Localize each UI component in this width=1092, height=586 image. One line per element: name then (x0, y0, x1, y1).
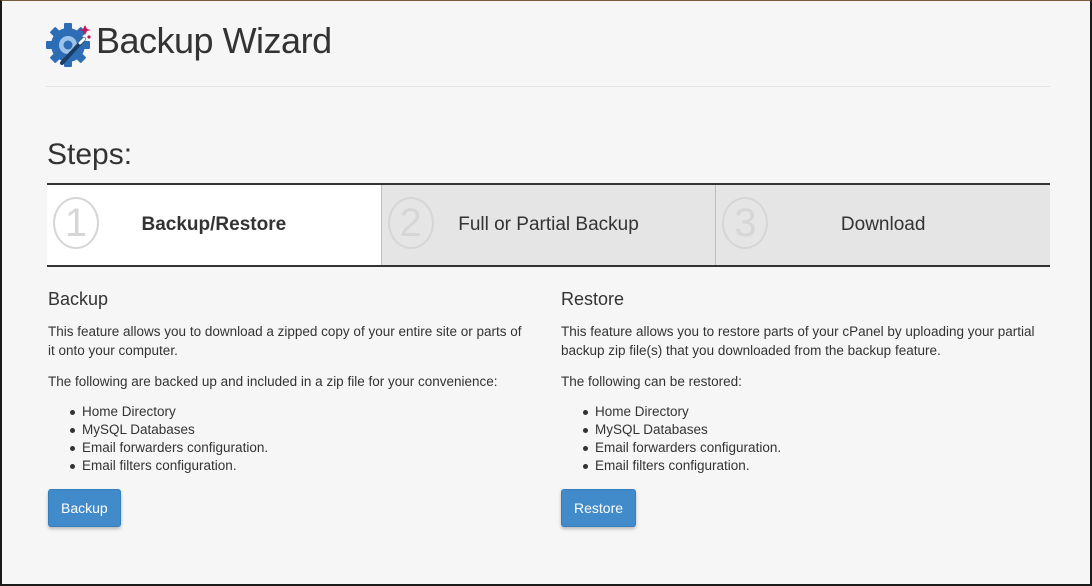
list-item: Email forwarders configuration. (70, 439, 528, 457)
backup-button[interactable]: Backup (48, 489, 121, 527)
list-item: Email filters configuration. (583, 457, 1041, 475)
restore-items-list: Home Directory MySQL Databases Email for… (583, 403, 1041, 475)
list-item: MySQL Databases (70, 421, 528, 439)
step-number-2: 2 (387, 197, 434, 249)
page-title: Backup Wizard (96, 20, 332, 61)
backup-heading: Backup (48, 289, 109, 309)
step-number-1: 1 (53, 197, 99, 249)
step-label: Backup/Restore (141, 214, 287, 235)
step-download[interactable]: 3 Download (715, 185, 1051, 265)
list-item: Email filters configuration. (70, 457, 528, 475)
step-label: Full or Partial Backup (458, 214, 639, 235)
steps-heading: Steps: (47, 138, 133, 171)
list-item: Home Directory (70, 403, 528, 421)
gear-wand-icon (46, 23, 91, 67)
restore-list-intro: The following can be restored: (561, 374, 742, 389)
backup-section: Backup This feature allows you to downlo… (48, 289, 528, 527)
wizard-stepper: 1 Backup/Restore 2 Full or Partial Backu… (47, 183, 1051, 267)
step-backup-restore[interactable]: 1 Backup/Restore (47, 185, 381, 265)
restore-button[interactable]: Restore (561, 489, 637, 527)
restore-description: This feature allows you to restore parts… (561, 324, 1035, 358)
page-header: Backup Wizard (46, 19, 1050, 87)
step-label: Download (840, 214, 926, 235)
restore-section: Restore This feature allows you to resto… (561, 289, 1041, 527)
backup-items-list: Home Directory MySQL Databases Email for… (70, 403, 528, 475)
backup-list-intro: The following are backed up and included… (48, 374, 498, 389)
backup-description: This feature allows you to download a zi… (48, 324, 522, 358)
list-item: MySQL Databases (583, 421, 1041, 439)
restore-heading: Restore (561, 289, 625, 309)
list-item: Email forwarders configuration. (583, 439, 1041, 457)
list-item: Home Directory (583, 403, 1041, 421)
step-number-3: 3 (722, 197, 769, 249)
page-frame: Backup Wizard Steps: 1 Backup/Restore 2 … (0, 0, 1092, 586)
step-full-or-partial-backup[interactable]: 2 Full or Partial Backup (380, 185, 716, 265)
